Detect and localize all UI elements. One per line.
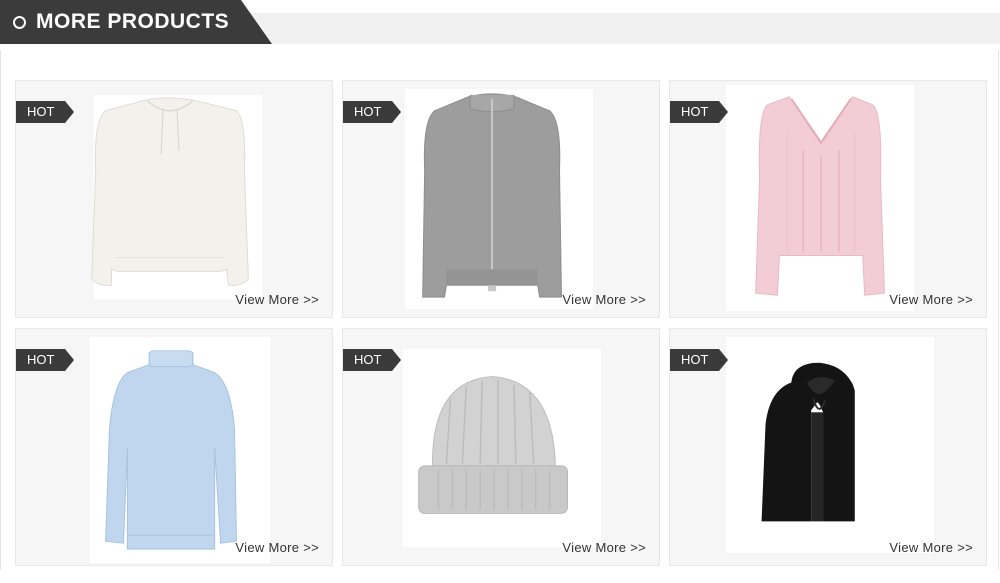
hot-badge: HOT	[670, 349, 728, 371]
hot-badge: HOT	[670, 101, 728, 123]
product-grid: HOT View More >> HOT View More >> HOT Vi…	[0, 0, 1000, 583]
product-card[interactable]: HOT View More >>	[669, 80, 987, 318]
view-more-link[interactable]: View More >>	[889, 292, 973, 307]
view-more-link[interactable]: View More >>	[235, 292, 319, 307]
hot-badge: HOT	[16, 101, 74, 123]
view-more-link[interactable]: View More >>	[562, 292, 646, 307]
hot-badge: HOT	[16, 349, 74, 371]
product-card[interactable]: HOT View More >>	[342, 80, 660, 318]
product-card[interactable]: HOT View More >>	[15, 328, 333, 566]
hot-badge: HOT	[343, 101, 401, 123]
hot-badge: HOT	[343, 349, 401, 371]
product-card[interactable]: HOT View More >>	[669, 328, 987, 566]
view-more-link[interactable]: View More >>	[235, 540, 319, 555]
product-card[interactable]: HOT View More >>	[342, 328, 660, 566]
view-more-link[interactable]: View More >>	[889, 540, 973, 555]
view-more-link[interactable]: View More >>	[562, 540, 646, 555]
product-card[interactable]: HOT View More >>	[15, 80, 333, 318]
